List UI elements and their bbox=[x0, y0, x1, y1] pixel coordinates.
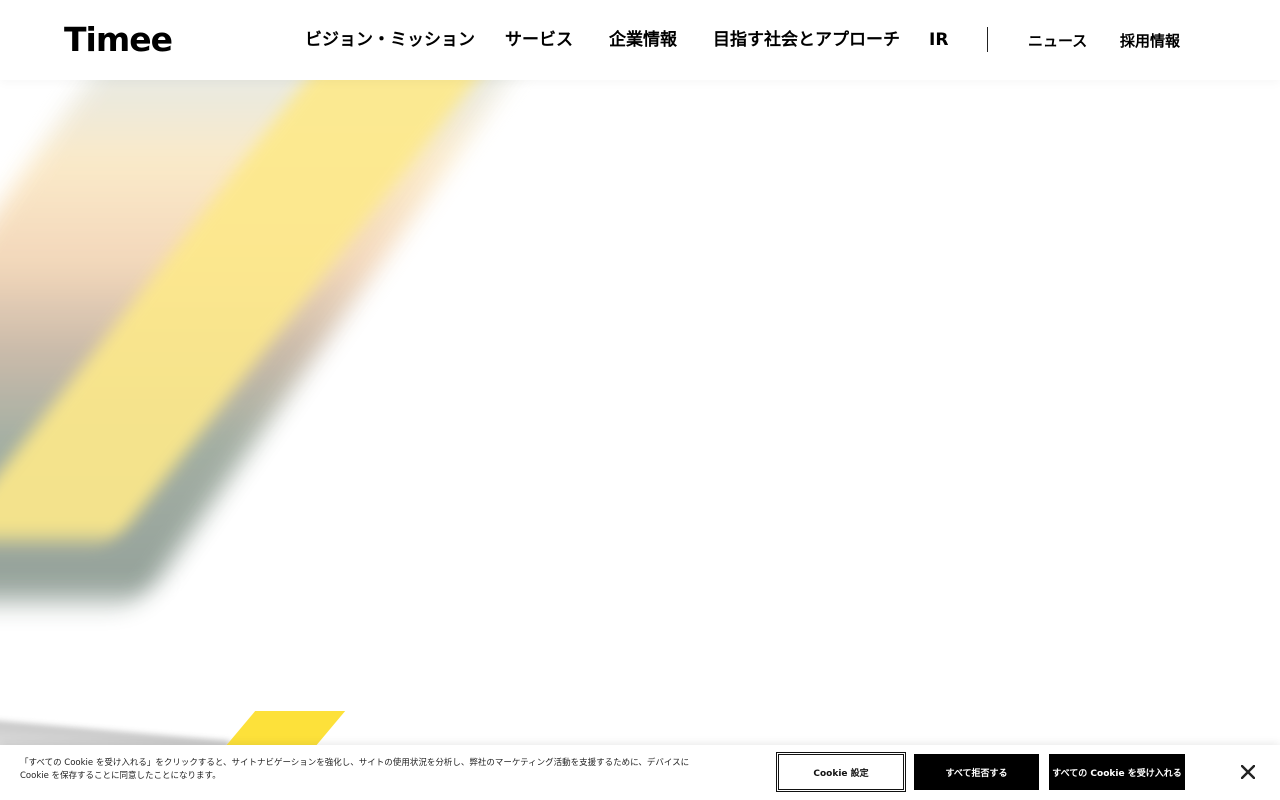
nav-news[interactable]: ニュース bbox=[1028, 31, 1087, 51]
cookie-banner: 「すべての Cookie を受け入れる」をクリックすると、サイトナビゲーションを… bbox=[0, 745, 1280, 800]
nav-recruit[interactable]: 採用情報 bbox=[1120, 31, 1180, 51]
nav-ir[interactable]: IR bbox=[929, 29, 948, 51]
cookie-banner-text: 「すべての Cookie を受け入れる」をクリックすると、サイトナビゲーションを… bbox=[20, 758, 690, 781]
nav-service[interactable]: サービス bbox=[505, 29, 573, 51]
timee-logo[interactable]: Timee bbox=[64, 20, 173, 60]
nav-divider bbox=[987, 27, 988, 52]
nav-company-info[interactable]: 企業情報 bbox=[609, 29, 677, 51]
hero-visual bbox=[0, 80, 1280, 800]
nav-society-approach[interactable]: 目指す社会とアプローチ bbox=[713, 29, 900, 51]
close-icon[interactable] bbox=[1238, 762, 1258, 782]
cookie-reject-all-button[interactable]: すべて拒否する bbox=[914, 754, 1039, 790]
cookie-settings-button[interactable]: Cookie 設定 bbox=[776, 752, 906, 792]
cookie-accept-all-button[interactable]: すべての Cookie を受け入れる bbox=[1049, 754, 1185, 790]
site-header: Timee ビジョン・ミッション サービス 企業情報 目指す社会とアプローチ I… bbox=[0, 0, 1280, 80]
nav-vision-mission[interactable]: ビジョン・ミッション bbox=[305, 29, 475, 51]
